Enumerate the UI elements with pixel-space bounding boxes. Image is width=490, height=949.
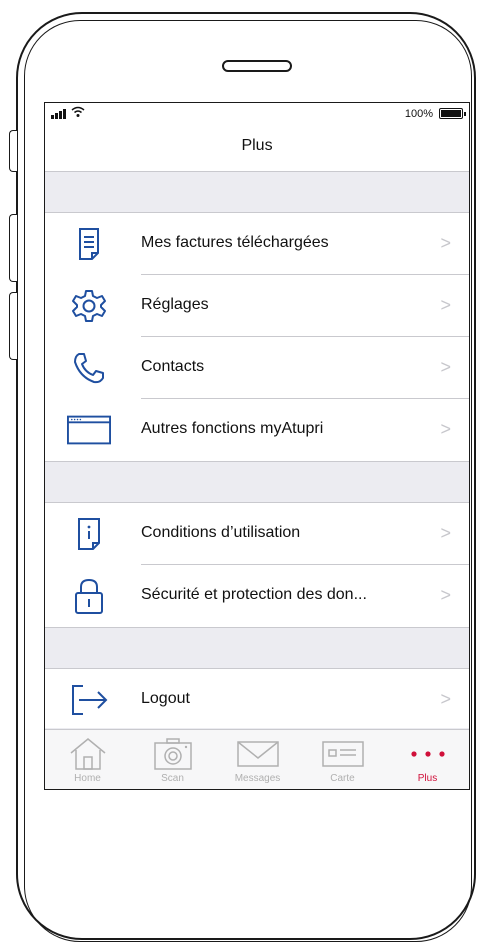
phone-icon xyxy=(67,348,111,388)
chevron-right-icon: > xyxy=(440,295,451,315)
group-separator xyxy=(45,461,469,503)
lock-icon xyxy=(67,576,111,616)
chevron-right-icon: > xyxy=(440,523,451,543)
app-screen: 100% Plus Mes factures téléchargées > Ré… xyxy=(44,102,470,790)
menu-item-settings[interactable]: Réglages > xyxy=(45,275,469,337)
info-document-icon xyxy=(67,514,111,554)
chevron-right-icon: > xyxy=(440,357,451,377)
chevron-right-icon: > xyxy=(440,585,451,605)
chevron-right-icon: > xyxy=(440,419,451,439)
menu-item-contacts[interactable]: Contacts > xyxy=(45,337,469,399)
tab-home[interactable]: Home xyxy=(45,730,130,789)
more-dots-icon xyxy=(385,736,469,772)
menu-item-label: Mes factures téléchargées xyxy=(141,234,329,251)
tab-label: Carte xyxy=(330,773,355,784)
status-bar: 100% xyxy=(45,103,469,127)
menu-item-other-functions[interactable]: Autres fonctions myAtupri > xyxy=(45,399,469,461)
tab-plus[interactable]: Plus xyxy=(385,730,469,789)
page-title: Plus xyxy=(241,137,273,154)
tab-label: Scan xyxy=(161,773,184,784)
mute-switch xyxy=(9,130,17,172)
logout-icon xyxy=(67,680,111,720)
menu-item-label: Réglages xyxy=(141,296,209,313)
group-separator xyxy=(45,171,469,213)
home-icon xyxy=(45,736,130,772)
volume-down-button xyxy=(9,292,17,360)
invoice-icon xyxy=(67,224,111,264)
chevron-right-icon: > xyxy=(440,233,451,253)
chevron-right-icon: > xyxy=(440,689,451,709)
menu-item-invoices[interactable]: Mes factures téléchargées > xyxy=(45,213,469,275)
envelope-icon xyxy=(215,736,300,772)
browser-window-icon xyxy=(67,410,111,450)
tab-label: Home xyxy=(74,773,101,784)
tab-card[interactable]: Carte xyxy=(300,730,385,789)
menu-item-terms[interactable]: Conditions d’utilisation > xyxy=(45,503,469,565)
tab-label: Messages xyxy=(234,773,281,784)
tab-bar-items: Home Scan Messages Carte Plus xyxy=(45,729,469,789)
menu-item-security[interactable]: Sécurité et protection des don... > xyxy=(45,565,469,627)
battery-percentage: 100% xyxy=(404,108,433,120)
tab-messages[interactable]: Messages xyxy=(215,730,300,789)
menu-item-label: Sécurité et protection des don... xyxy=(141,586,367,603)
menu-item-label: Conditions d’utilisation xyxy=(141,524,301,541)
tab-label: Plus xyxy=(417,773,438,784)
camera-icon xyxy=(130,736,215,772)
battery-icon xyxy=(439,108,466,119)
volume-up-button xyxy=(9,214,17,282)
group-separator xyxy=(45,627,469,669)
card-icon xyxy=(300,736,385,772)
menu-item-logout[interactable]: Logout > xyxy=(45,669,469,731)
menu-item-label: Logout xyxy=(141,690,190,707)
tab-scan[interactable]: Scan xyxy=(130,730,215,789)
gear-icon xyxy=(67,286,111,326)
wifi-icon xyxy=(71,106,85,117)
menu-item-label: Contacts xyxy=(141,358,205,375)
menu-item-label: Autres fonctions myAtupri xyxy=(141,420,324,437)
signal-icon xyxy=(51,109,66,119)
speaker-grille xyxy=(222,60,292,72)
